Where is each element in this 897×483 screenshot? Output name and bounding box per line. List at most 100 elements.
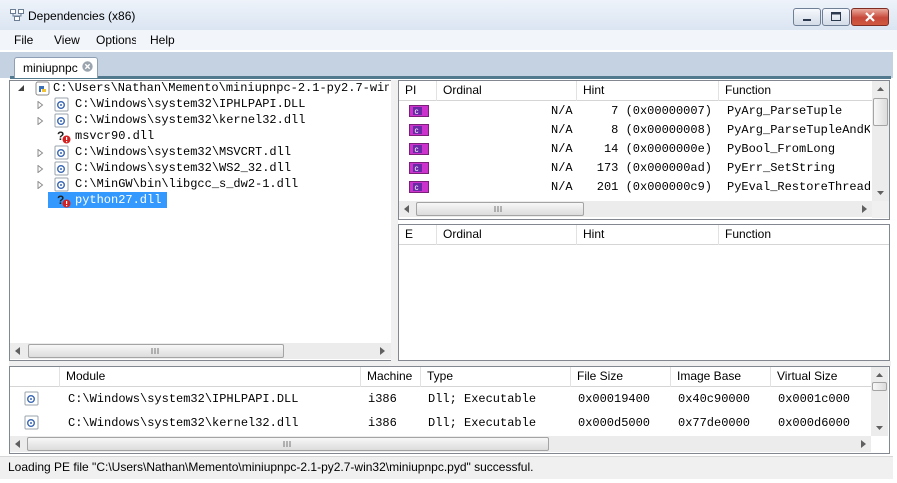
dll-module-icon <box>54 113 69 128</box>
tree-node-label[interactable]: C:\MinGW\bin\libgcc_s_dw2-1.dll <box>75 177 298 191</box>
cell-function: PyErr_SetString <box>727 161 836 175</box>
col-header-icon <box>10 367 60 387</box>
close-button[interactable] <box>851 8 889 26</box>
col-header-hint[interactable]: Hint <box>577 81 719 101</box>
expand-arrow-icon[interactable] <box>36 165 44 173</box>
imports-vscroll-thumb[interactable] <box>873 98 888 126</box>
col-header-function[interactable]: Function <box>719 81 872 101</box>
dll-module-icon <box>54 97 69 112</box>
table-row[interactable]: c N/A 8 (0x00000008) PyArg_ParseTupleAnd… <box>399 121 872 140</box>
tree-node-label[interactable]: C:\Windows\system32\kernel32.dll <box>75 113 305 127</box>
cell-virtual-size: 0x0001c000 <box>778 392 851 406</box>
menu-view[interactable]: View <box>54 33 80 47</box>
col-header-module[interactable]: Module <box>60 367 361 387</box>
scroll-up-icon[interactable] <box>872 81 889 97</box>
table-row[interactable]: C:\Windows\system32\IPHLPAPI.DLL i386 Dl… <box>10 388 871 411</box>
col-header-image-base[interactable]: Image Base <box>671 367 771 387</box>
cell-ordinal: N/A <box>551 123 573 137</box>
vertical-splitter[interactable] <box>391 80 398 361</box>
cell-file-size: 0x000d5000 <box>578 416 651 430</box>
table-row[interactable]: c N/A 201 (0x000000c9) PyEval_RestoreThr… <box>399 178 872 197</box>
close-icon <box>865 12 875 22</box>
tab-strip <box>0 52 893 78</box>
maximize-button[interactable] <box>822 8 850 26</box>
expand-arrow-icon[interactable] <box>36 181 44 189</box>
svg-text:c: c <box>415 126 419 135</box>
tree-node-label-selected[interactable]: python27.dll <box>75 193 161 207</box>
scroll-left-icon[interactable] <box>399 201 415 217</box>
tree-root-label[interactable]: C:\Users\Nathan\Memento\miniupnpc-2.1-py… <box>53 81 389 95</box>
exports-header: E Ordinal Hint Function <box>399 225 889 245</box>
scroll-right-icon[interactable] <box>374 343 390 359</box>
cell-ordinal: N/A <box>551 161 573 175</box>
svg-text:c: c <box>415 145 419 154</box>
c-function-icon: c <box>409 124 429 136</box>
scroll-down-icon[interactable] <box>871 420 888 436</box>
cell-type: Dll; Executable <box>428 392 537 406</box>
cell-function: PyArg_ParseTuple <box>727 104 843 118</box>
table-row[interactable]: c N/A 7 (0x00000007) PyArg_ParseTuple <box>399 102 872 121</box>
minimize-icon <box>803 19 811 21</box>
modules-header: Module Machine Type File Size Image Base… <box>10 367 871 387</box>
col-header-machine[interactable]: Machine <box>361 367 421 387</box>
menu-options[interactable]: Options <box>96 33 136 47</box>
tree-node-label[interactable]: C:\Windows\system32\WS2_32.dll <box>75 161 291 175</box>
cell-function: PyBool_FromLong <box>727 142 836 156</box>
col-header-hint[interactable]: Hint <box>577 225 719 245</box>
table-row[interactable]: C:\Windows\system32\kernel32.dll i386 Dl… <box>10 412 871 435</box>
close-icon[interactable] <box>82 61 93 72</box>
table-row[interactable]: c N/A 173 (0x000000ad) PyErr_SetString <box>399 159 872 178</box>
dll-module-icon <box>54 145 69 160</box>
scroll-left-icon[interactable] <box>10 343 26 359</box>
col-header-pi[interactable]: PI <box>399 81 437 101</box>
status-text: Loading PE file "C:\Users\Nathan\Memento… <box>8 460 534 474</box>
menu-help[interactable]: Help <box>150 33 175 47</box>
c-function-icon: c <box>409 143 429 155</box>
collapse-arrow-icon[interactable] <box>17 84 25 92</box>
scroll-right-icon[interactable] <box>856 201 872 217</box>
scroll-left-icon[interactable] <box>10 436 26 452</box>
col-header-function[interactable]: Function <box>719 225 889 245</box>
c-function-icon: c <box>409 105 429 117</box>
imports-header: PI Ordinal Hint Function <box>399 81 872 101</box>
scroll-down-icon[interactable] <box>872 185 889 201</box>
cell-module: C:\Windows\system32\kernel32.dll <box>68 416 299 430</box>
maximize-icon <box>831 12 841 21</box>
cell-hint: 14 (0x0000000e) <box>603 142 712 156</box>
tree-node-label[interactable]: C:\Windows\system32\MSVCRT.dll <box>75 145 291 159</box>
col-header-type[interactable]: Type <box>421 367 571 387</box>
cell-hint: 173 (0x000000ad) <box>596 161 712 175</box>
cell-hint: 7 (0x00000007) <box>611 104 712 118</box>
cell-hint: 8 (0x00000008) <box>611 123 712 137</box>
missing-module-icon: ? <box>57 129 71 144</box>
col-header-file-size[interactable]: File Size <box>571 367 671 387</box>
cell-machine: i386 <box>368 392 397 406</box>
table-row[interactable]: c N/A 14 (0x0000000e) PyBool_FromLong <box>399 140 872 159</box>
col-header-ordinal[interactable]: Ordinal <box>437 225 577 245</box>
col-header-e[interactable]: E <box>399 225 437 245</box>
tree-node-label[interactable]: msvcr90.dll <box>75 129 154 143</box>
expand-arrow-icon[interactable] <box>36 117 44 125</box>
expand-arrow-icon[interactable] <box>36 101 44 109</box>
scroll-up-icon[interactable] <box>871 367 888 383</box>
scroll-right-icon[interactable] <box>855 436 871 452</box>
svg-text:c: c <box>415 164 419 173</box>
cell-file-size: 0x00019400 <box>578 392 651 406</box>
menu-file[interactable]: File <box>14 33 33 47</box>
dll-module-icon <box>54 161 69 176</box>
minimize-button[interactable] <box>793 8 821 26</box>
modules-vscroll-thumb[interactable] <box>872 382 887 391</box>
svg-text:c: c <box>415 107 419 116</box>
tab-label: miniupnpc <box>23 61 78 75</box>
grip-icon <box>151 348 159 354</box>
tree-node-label[interactable]: C:\Windows\system32\IPHLPAPI.DLL <box>75 97 305 111</box>
cell-ordinal: N/A <box>551 142 573 156</box>
cell-machine: i386 <box>368 416 397 430</box>
col-header-ordinal[interactable]: Ordinal <box>437 81 577 101</box>
expand-arrow-icon[interactable] <box>36 149 44 157</box>
svg-text:c: c <box>415 183 419 192</box>
c-function-icon: c <box>409 181 429 193</box>
col-header-virtual-size[interactable]: Virtual Size <box>771 367 871 387</box>
dll-module-icon <box>24 391 39 406</box>
cell-ordinal: N/A <box>551 104 573 118</box>
